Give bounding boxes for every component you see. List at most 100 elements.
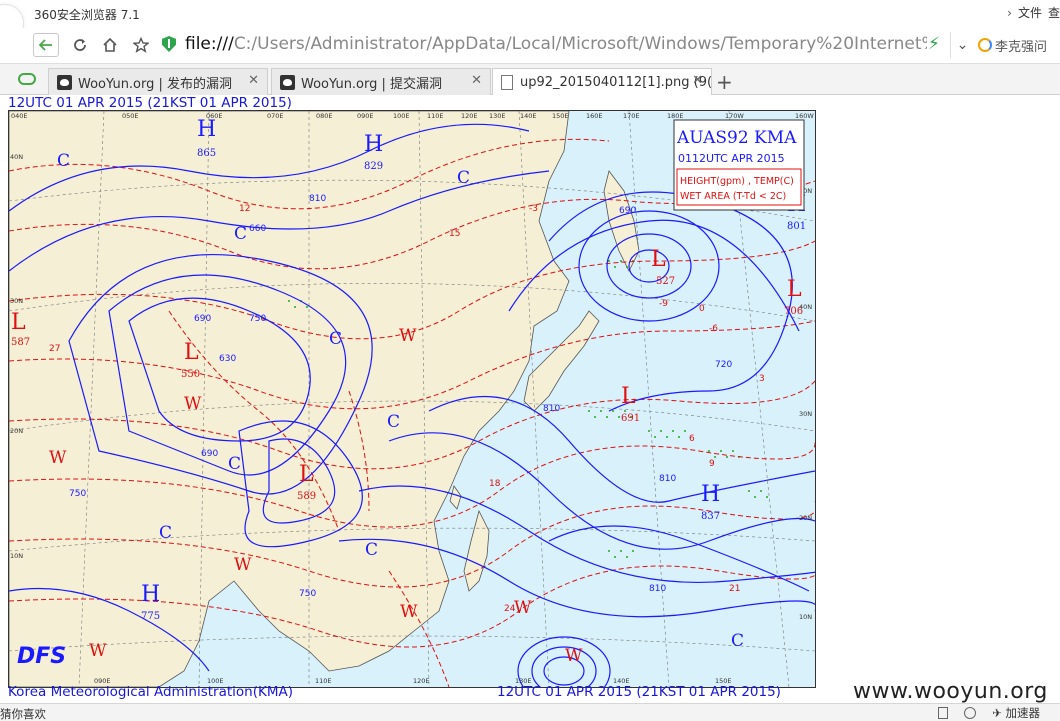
- temp-contour-label: 15: [449, 229, 460, 239]
- search-engine-icon: [978, 38, 992, 52]
- temp-contour-label: 21: [729, 584, 740, 594]
- lon-label: 050E: [122, 112, 139, 120]
- favorite-button[interactable]: [129, 33, 153, 57]
- height-contour-label: 720: [715, 360, 732, 370]
- menu-view[interactable]: 查: [1048, 4, 1060, 21]
- page-icon[interactable]: [938, 707, 949, 719]
- address-input[interactable]: file:///C:/Users/Administrator/AppData/L…: [185, 34, 927, 54]
- lon-label: 160E: [586, 112, 603, 120]
- tab-bar: WooYun.org | 发布的漏洞 ✕ WooYun.org | 提交漏洞 ✕…: [0, 64, 1060, 96]
- watermark: www.wooyun.org: [853, 679, 1048, 704]
- warm-marker: W: [234, 555, 252, 575]
- lon-label: 170W: [725, 112, 744, 120]
- url-path: C:/Users/Administrator/AppData/Local/Mic…: [233, 34, 927, 54]
- navigation-bar: file:///C:/Users/Administrator/AppData/L…: [0, 28, 1060, 64]
- temp-contour-label: -3: [529, 204, 538, 214]
- cold-marker: C: [731, 631, 744, 651]
- lon-label: 040E: [11, 112, 28, 120]
- status-tools: ✈ 加速器: [938, 705, 1040, 721]
- close-icon[interactable]: ✕: [248, 73, 259, 88]
- height-contour-label: 810: [309, 194, 326, 204]
- download-icon[interactable]: [964, 707, 977, 719]
- warm-marker: W: [49, 448, 67, 468]
- browser-window: 360安全浏览器 7.1 › 文件 查 file:///C:/Users/Adm…: [0, 0, 1060, 721]
- high-center-label: H: [701, 482, 720, 507]
- cloud-sync-icon[interactable]: [18, 73, 36, 85]
- reload-button[interactable]: [68, 33, 92, 57]
- low-center-value: 527: [656, 276, 675, 287]
- height-contour-label: 810: [659, 474, 676, 484]
- close-icon[interactable]: ✕: [692, 73, 703, 88]
- high-center-value: 837: [701, 511, 720, 522]
- tab-label: WooYun.org | 发布的漏洞: [78, 76, 233, 92]
- temp-contour-label: 9: [709, 459, 715, 469]
- lon-label: 120E: [413, 677, 430, 685]
- tab-label: up92_2015040112[1].png (9(: [519, 75, 711, 90]
- close-icon[interactable]: ✕: [471, 73, 482, 88]
- tab-image[interactable]: up92_2015040112[1].png (9( ✕: [492, 68, 712, 96]
- window-title: 360安全浏览器 7.1: [34, 8, 140, 22]
- dfs-logo: DFS: [17, 644, 66, 669]
- reload-icon: [74, 39, 86, 51]
- low-center-label: L: [651, 247, 666, 272]
- low-center-label: L: [299, 462, 314, 487]
- height-contour-label: 750: [299, 589, 316, 599]
- menu-file[interactable]: 文件: [1018, 4, 1042, 21]
- lon-label: 060E: [206, 112, 223, 120]
- lightning-icon[interactable]: ⚡: [928, 34, 940, 54]
- lon-label: 070E: [267, 112, 284, 120]
- home-button[interactable]: [98, 33, 122, 57]
- chevron-right-icon[interactable]: ›: [1007, 6, 1012, 20]
- lon-label: 130E: [489, 112, 506, 120]
- warm-marker: W: [565, 646, 583, 666]
- low-center-label: L: [621, 384, 636, 409]
- map-legend-line1: HEIGHT(gpm) , TEMP(C): [680, 176, 794, 187]
- plus-icon: +: [716, 70, 733, 94]
- height-contour-label: 810: [543, 404, 560, 414]
- temp-contour-label: 27: [49, 344, 60, 354]
- height-contour-label: 690: [194, 314, 211, 324]
- temp-contour-label: 0: [699, 304, 705, 314]
- tab-wooyun-submit[interactable]: WooYun.org | 提交漏洞 ✕: [271, 68, 491, 95]
- temp-contour-label: -6: [709, 324, 718, 334]
- warm-marker: W: [89, 641, 107, 661]
- cold-marker: C: [387, 412, 400, 432]
- accelerator-button[interactable]: ✈ 加速器: [992, 705, 1040, 721]
- height-contour-label: 810: [649, 584, 666, 594]
- status-bar: 猜你喜欢 ✈ 加速器: [0, 703, 1060, 721]
- wooyun-favicon-icon: [57, 74, 72, 90]
- warm-marker: W: [514, 598, 532, 618]
- low-center-label: L: [11, 310, 26, 335]
- cold-marker: C: [457, 168, 470, 188]
- lon-label: 120E: [461, 112, 478, 120]
- temp-contour-label: 18: [489, 479, 501, 489]
- high-center-value: 775: [141, 611, 160, 622]
- lon-label: 140E: [520, 112, 537, 120]
- back-button[interactable]: [33, 33, 59, 57]
- status-recommend-link[interactable]: 猜你喜欢: [0, 706, 46, 721]
- low-center-value: 550: [181, 369, 200, 380]
- tab-wooyun-published[interactable]: WooYun.org | 发布的漏洞 ✕: [48, 68, 268, 95]
- chevron-down-icon: ⌄: [956, 37, 969, 53]
- low-center-value: 691: [621, 413, 640, 424]
- security-shield-icon[interactable]: [162, 36, 176, 52]
- lon-label: 100E: [393, 112, 410, 120]
- cold-marker: C: [159, 523, 172, 543]
- address-dropdown-button[interactable]: ⌄: [950, 32, 974, 58]
- search-input[interactable]: 李克强问: [978, 34, 1060, 56]
- map-footer-agency: Korea Meteorological Administration(KMA): [8, 684, 294, 700]
- map-subtitle: 0112UTC APR 2015: [678, 152, 785, 165]
- cold-marker: C: [57, 151, 70, 171]
- arrow-left-icon: [39, 39, 52, 51]
- cold-marker: C: [228, 454, 241, 474]
- lon-label: 080E: [316, 112, 333, 120]
- titlebar-menu: › 文件 查: [1007, 4, 1060, 21]
- new-tab-button[interactable]: +: [716, 70, 733, 94]
- lon-label: 150E: [552, 112, 569, 120]
- weather-map[interactable]: H 865 H 829 L 527 L 550 L 589 L 691 L 70…: [8, 110, 816, 688]
- low-center-label: L: [787, 277, 802, 302]
- tab-label: WooYun.org | 提交漏洞: [301, 76, 443, 92]
- warm-marker: W: [399, 326, 417, 346]
- file-icon: [501, 75, 513, 90]
- high-center-label: H: [197, 117, 216, 142]
